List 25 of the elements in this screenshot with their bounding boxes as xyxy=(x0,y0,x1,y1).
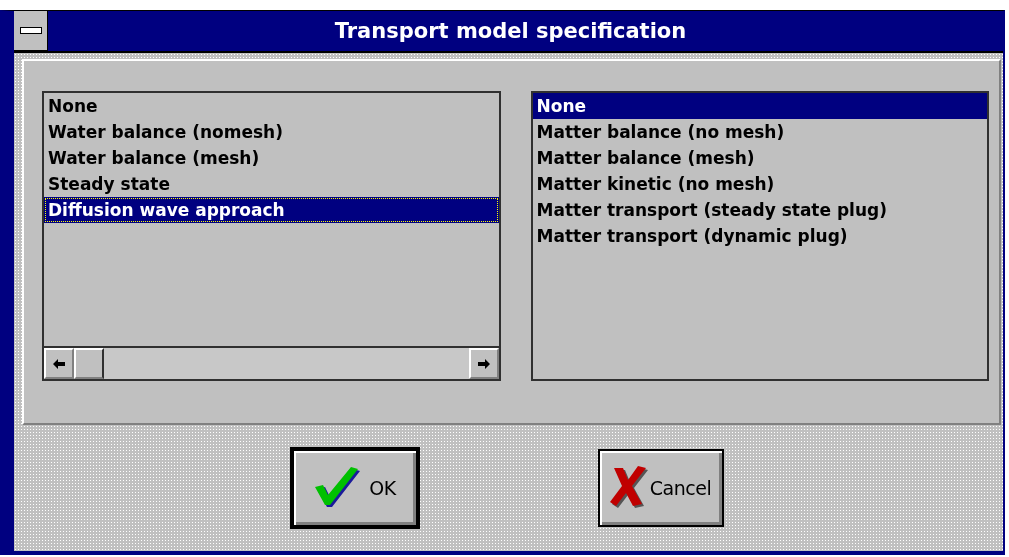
list-item[interactable]: Matter balance (mesh) xyxy=(532,145,987,171)
list-item[interactable]: None xyxy=(44,93,499,119)
cancel-button[interactable]: Cancel xyxy=(597,449,724,527)
list-item[interactable]: Matter balance (no mesh) xyxy=(532,119,987,145)
right-arrow-icon xyxy=(477,358,490,369)
list-item[interactable]: Water balance (nomesh) xyxy=(44,119,499,145)
system-menu-button[interactable] xyxy=(14,11,48,51)
list-item[interactable]: Diffusion wave approach xyxy=(44,197,499,223)
list-item[interactable]: Water balance (mesh) xyxy=(44,145,499,171)
list-item[interactable]: None xyxy=(532,93,987,119)
list-item[interactable]: Steady state xyxy=(44,171,499,197)
list-box[interactable]: None Water balance (nomesh) Water balance (mesh) Steady state Diffusion wave approach xyxy=(42,91,501,381)
cross-icon xyxy=(609,466,650,510)
list-box[interactable]: None Matter balance (no mesh) Matter balance (mesh) Matter kinetic (no mesh) Matter transport (steady state plug) Matter transport (dynamic plug) xyxy=(530,91,989,381)
list-item[interactable]: Matter transport (steady state plug) xyxy=(532,197,987,223)
scroll-right-button[interactable] xyxy=(468,348,499,379)
horizontal-scrollbar[interactable] xyxy=(44,346,499,379)
scroll-thumb[interactable] xyxy=(74,348,104,379)
list-item[interactable]: Matter transport (dynamic plug) xyxy=(532,223,987,249)
list-item[interactable]: Matter kinetic (no mesh) xyxy=(532,171,987,197)
checkmark-icon xyxy=(313,467,362,509)
left-arrow-icon xyxy=(53,358,65,369)
window-title: Transport model specification xyxy=(333,19,688,43)
ok-button[interactable]: OK xyxy=(289,447,420,529)
scroll-left-button[interactable] xyxy=(44,348,74,379)
